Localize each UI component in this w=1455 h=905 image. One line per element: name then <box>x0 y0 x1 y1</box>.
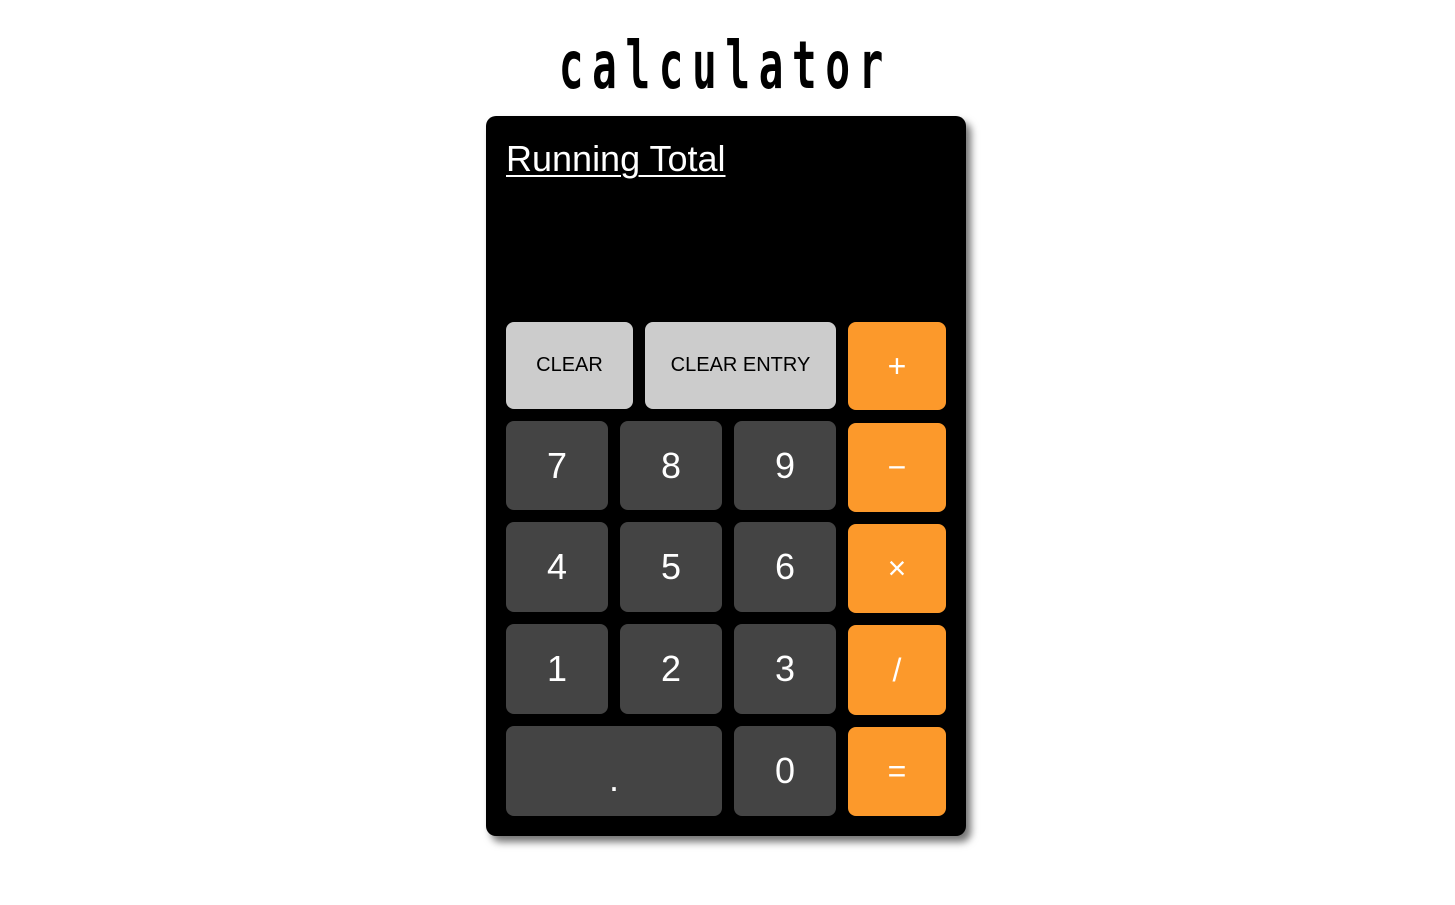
digit-6-button[interactable]: 6 <box>734 522 836 612</box>
page-title: calculator <box>558 27 892 104</box>
digit-0-button[interactable]: 0 <box>734 726 836 816</box>
divide-button[interactable]: / <box>848 625 946 715</box>
digit-3-button[interactable]: 3 <box>734 624 836 714</box>
add-button[interactable]: + <box>848 322 946 410</box>
divide-button-label: / <box>892 651 902 688</box>
digit-9-button[interactable]: 9 <box>734 421 836 510</box>
equals-button-label: = <box>887 753 907 789</box>
digit-7-button[interactable]: 7 <box>506 421 608 510</box>
clear-button-label: CLEAR <box>536 354 603 376</box>
digit-4-label: 4 <box>546 546 568 587</box>
subtract-button[interactable]: − <box>848 423 946 512</box>
equals-button[interactable]: = <box>848 727 946 816</box>
running-total-label: Running Total <box>506 138 726 179</box>
digit-8-label: 8 <box>660 444 682 486</box>
digit-5-label: 5 <box>660 546 682 587</box>
clear-entry-button-label: CLEAR ENTRY <box>670 354 811 376</box>
multiply-button-label: × <box>887 550 907 586</box>
subtract-button-label: − <box>887 449 907 485</box>
clear-entry-button[interactable]: CLEAR ENTRY <box>645 322 836 409</box>
digit-7-label: 7 <box>546 444 568 486</box>
clear-button[interactable]: CLEAR <box>506 322 633 409</box>
digit-1-label: 1 <box>546 648 568 689</box>
digit-9-label: 9 <box>774 444 796 486</box>
display: Running Total <box>506 138 946 318</box>
decimal-button-label: . <box>608 758 619 799</box>
digit-2-label: 2 <box>660 648 682 689</box>
digit-6-label: 6 <box>774 546 796 587</box>
calculator: Running Total CLEAR CLEAR ENTRY + 7 8 9 … <box>486 116 966 836</box>
digit-2-button[interactable]: 2 <box>620 624 722 714</box>
digit-4-button[interactable]: 4 <box>506 522 608 612</box>
page: calculator Running Total CLEAR CLEAR ENT… <box>0 0 1455 905</box>
digit-1-button[interactable]: 1 <box>506 624 608 714</box>
decimal-button[interactable]: . <box>506 726 722 816</box>
multiply-button[interactable]: × <box>848 524 946 613</box>
digit-5-button[interactable]: 5 <box>620 522 722 612</box>
digit-0-label: 0 <box>774 750 796 791</box>
digit-8-button[interactable]: 8 <box>620 421 722 510</box>
digit-3-label: 3 <box>774 648 796 689</box>
add-button-label: + <box>887 347 907 384</box>
